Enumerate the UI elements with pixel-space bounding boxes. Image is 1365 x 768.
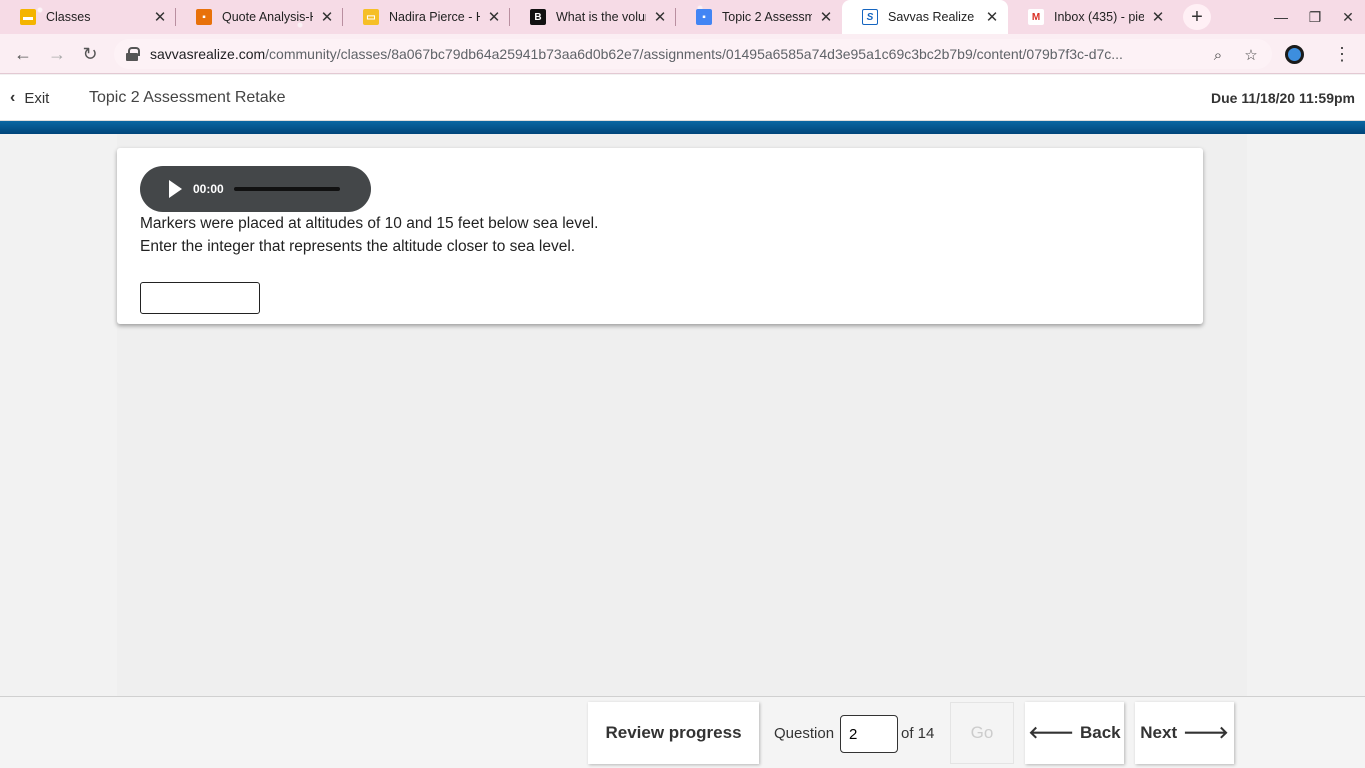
tab-title: Nadira Pierce - Ha bbox=[389, 10, 480, 24]
gmail-icon: M bbox=[1028, 9, 1044, 25]
back-button[interactable]: 🡐 Back bbox=[1025, 702, 1124, 764]
tab-topic-2-assessment[interactable]: ▪ Topic 2 Assessme ✕ bbox=[676, 0, 842, 34]
close-icon[interactable]: ✕ bbox=[652, 9, 668, 26]
forward-nav-button[interactable]: → bbox=[43, 40, 71, 68]
next-label: Next bbox=[1140, 723, 1178, 742]
question-label: Question bbox=[774, 725, 835, 742]
tab-title: Classes bbox=[46, 10, 91, 24]
audio-player[interactable]: 00:00 bbox=[140, 166, 371, 212]
close-icon[interactable]: ✕ bbox=[818, 9, 834, 26]
url-text[interactable]: savvasrealize.com/community/classes/8a06… bbox=[150, 46, 1195, 62]
tab-savvas-realize[interactable]: S Savvas Realize ✕ bbox=[842, 0, 1008, 34]
next-button[interactable]: Next 🡒 bbox=[1135, 702, 1234, 764]
tab-what-is-the-volume[interactable]: B What is the volum ✕ bbox=[510, 0, 676, 34]
restore-button[interactable]: ❐ bbox=[1298, 0, 1332, 34]
tab-title: Savvas Realize bbox=[888, 10, 975, 24]
question-card: 00:00 Markers were placed at altitudes o… bbox=[117, 148, 1203, 324]
google-classroom-icon: ▬ bbox=[20, 9, 36, 25]
arrow-right-icon: → bbox=[48, 43, 66, 64]
browser-menu-icon[interactable]: ⋮ bbox=[1333, 42, 1351, 66]
arrow-left-icon: 🡐 bbox=[1028, 723, 1074, 742]
review-progress-button[interactable]: Review progress bbox=[588, 702, 759, 764]
close-icon: ✕ bbox=[1342, 8, 1354, 25]
savvas-icon: S bbox=[862, 9, 878, 25]
question-total: of 14 bbox=[901, 725, 935, 742]
due-date: Due 11/18/20 11:59pm bbox=[1211, 90, 1355, 106]
google-slides-icon: ▭ bbox=[363, 9, 379, 25]
brainly-icon: B bbox=[530, 9, 546, 25]
reload-icon: ↻ bbox=[82, 43, 98, 64]
tab-gmail-inbox[interactable]: M Inbox (435) - pierc ✕ bbox=[1008, 0, 1174, 34]
question-number-input[interactable] bbox=[840, 715, 898, 753]
google-slides-icon: ▪ bbox=[196, 9, 212, 25]
go-button[interactable]: Go bbox=[950, 702, 1014, 764]
close-icon[interactable]: ✕ bbox=[984, 9, 1000, 26]
browser-toolbar: ← → ↻ savvasrealize.com/community/classe… bbox=[0, 34, 1365, 74]
close-icon[interactable]: ✕ bbox=[319, 9, 335, 26]
header-accent-bar bbox=[0, 121, 1365, 134]
url-host: savvasrealize.com bbox=[150, 46, 266, 62]
plus-icon: + bbox=[1191, 5, 1203, 28]
tab-title: Topic 2 Assessme bbox=[722, 10, 812, 24]
app-header: ‹ Exit Topic 2 Assessment Retake Due 11/… bbox=[0, 75, 1365, 121]
extension-icon[interactable] bbox=[1285, 45, 1304, 64]
browser-tab-strip: ▬ Classes ✕ ▪ Quote Analysis-H ✕ ▭ Nadir… bbox=[0, 0, 1365, 34]
url-path: /community/classes/8a067bc79db64a25941b7… bbox=[265, 46, 1123, 62]
tab-title: Inbox (435) - pierc bbox=[1054, 10, 1144, 24]
new-tab-button[interactable]: + bbox=[1183, 4, 1211, 30]
close-icon[interactable]: ✕ bbox=[486, 9, 502, 26]
close-icon[interactable]: ✕ bbox=[1150, 9, 1166, 26]
question-text-line-2: Enter the integer that represents the al… bbox=[140, 238, 576, 255]
play-icon[interactable] bbox=[169, 180, 182, 198]
chevron-left-icon: ‹ bbox=[10, 89, 16, 106]
restore-icon: ❐ bbox=[1308, 8, 1322, 25]
exit-label: Exit bbox=[24, 89, 50, 107]
close-icon[interactable]: ✕ bbox=[152, 9, 168, 26]
tab-title: Quote Analysis-H bbox=[222, 10, 313, 24]
exit-button[interactable]: ‹ Exit bbox=[10, 89, 49, 107]
minimize-button[interactable]: — bbox=[1264, 0, 1298, 34]
reload-button[interactable]: ↻ bbox=[76, 40, 104, 68]
answer-input[interactable] bbox=[140, 282, 260, 314]
lock-icon bbox=[126, 47, 140, 61]
tab-nadira-pierce[interactable]: ▭ Nadira Pierce - Ha ✕ bbox=[343, 0, 510, 34]
page-title: Topic 2 Assessment Retake bbox=[89, 89, 286, 106]
tab-title: What is the volum bbox=[556, 10, 646, 24]
arrow-left-icon: ← bbox=[14, 43, 32, 64]
star-icon[interactable]: ☆ bbox=[1242, 46, 1260, 64]
close-window-button[interactable]: ✕ bbox=[1331, 0, 1365, 34]
tab-quote-analysis[interactable]: ▪ Quote Analysis-H ✕ bbox=[176, 0, 343, 34]
tab-classes[interactable]: ▬ Classes ✕ bbox=[0, 0, 176, 34]
audio-time: 00:00 bbox=[193, 182, 224, 196]
minimize-icon: — bbox=[1274, 9, 1288, 25]
arrow-right-icon: 🡒 bbox=[1183, 723, 1229, 742]
back-label: Back bbox=[1079, 723, 1121, 742]
zoom-icon[interactable]: ⌕ bbox=[1209, 46, 1227, 64]
footer-nav: Review progress Question of 14 Go 🡐 Back… bbox=[0, 696, 1365, 768]
question-text-line-1: Markers were placed at altitudes of 10 a… bbox=[140, 215, 599, 232]
back-nav-button[interactable]: ← bbox=[9, 40, 37, 68]
audio-progress-track[interactable] bbox=[233, 187, 340, 191]
address-bar[interactable]: savvasrealize.com/community/classes/8a06… bbox=[114, 39, 1272, 69]
google-classroom-icon: ▪ bbox=[696, 9, 712, 25]
